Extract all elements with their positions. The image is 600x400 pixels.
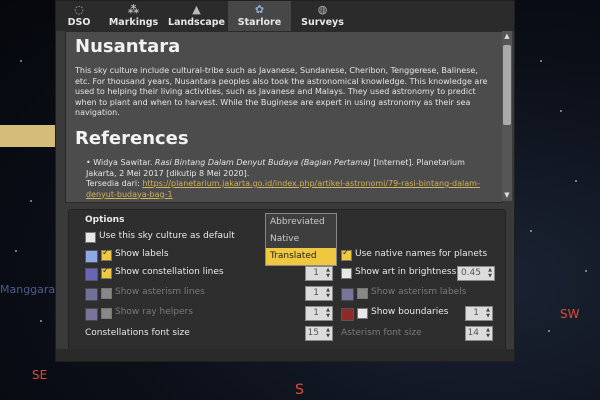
native-names-label: Use native names for planets [355, 249, 488, 259]
art-brightness-spinbox[interactable]: 0.45 [457, 266, 495, 281]
horizon-ground [0, 125, 60, 147]
scroll-thumb[interactable] [503, 45, 511, 125]
scroll-down-icon[interactable]: ▼ [503, 191, 511, 199]
landscape-icon: ▲ [192, 3, 201, 16]
asterism-lines-checkbox[interactable] [101, 288, 112, 299]
labels-color-swatch[interactable] [85, 250, 98, 263]
culture-paragraph: This sky culture include cultural-tribe … [75, 66, 488, 117]
ref-available: Tersedia dari: [86, 179, 143, 188]
ref-title: Rasi Bintang Dalam Denyut Budaya (Bagian… [154, 158, 371, 167]
ray-helpers-color-swatch[interactable] [85, 308, 98, 321]
asterism-lines-label: Show asterism lines [115, 287, 205, 297]
scroll-up-icon[interactable]: ▲ [503, 32, 511, 40]
ray-helpers-label: Show ray helpers [115, 307, 193, 317]
asterism-lines-color-swatch[interactable] [85, 288, 98, 301]
constellation-lines-label: Show constellation lines [115, 267, 224, 277]
tab-label: Surveys [301, 17, 344, 28]
culture-heading: Nusantara [75, 36, 181, 57]
native-names-checkbox[interactable] [341, 248, 352, 261]
tab-label: Starlore [237, 17, 282, 28]
dso-icon: ◌ [74, 3, 84, 16]
asterism-lines-spinbox[interactable]: 1 [305, 286, 333, 301]
compass-s: S [295, 382, 304, 398]
constellation-lines-spinbox[interactable]: 1 [305, 266, 333, 281]
tab-label: Landscape [168, 17, 225, 28]
ray-helpers-checkbox[interactable] [101, 308, 112, 319]
options-title: Options [85, 215, 125, 225]
constellations-font-label: Constellations font size [85, 328, 190, 338]
dropdown-option-native[interactable]: Native [266, 231, 336, 248]
reference-item: • Widya Sawitar. Rasi Bintang Dalam Deny… [86, 158, 486, 200]
bullet: • [86, 158, 91, 167]
boundaries-spinbox[interactable]: 1 [465, 306, 493, 321]
boundaries-checkbox[interactable] [357, 308, 368, 319]
ray-helpers-spinbox[interactable]: 1 [305, 306, 333, 321]
constellation-lines-checkbox[interactable] [101, 266, 112, 279]
constellation-lines-color-swatch[interactable] [85, 268, 98, 281]
asterism-labels-checkbox[interactable] [357, 288, 368, 299]
boundaries-color-swatch[interactable] [341, 308, 354, 321]
boundaries-label: Show boundaries [371, 307, 449, 317]
tab-label: DSO [67, 17, 91, 28]
compass-se: SE [32, 368, 48, 382]
asterism-font-label: Asterism font size [341, 328, 422, 338]
art-brightness-checkbox[interactable] [341, 268, 352, 279]
tab-label: Markings [108, 17, 159, 28]
ref-author: Widya Sawitar. [93, 158, 155, 167]
compass-sw: SW [560, 307, 580, 321]
tab-bar: ◌ DSO ⁂ Markings ▲ Landscape ✿ Starlore … [56, 1, 514, 31]
view-window: ◌ DSO ⁂ Markings ▲ Landscape ✿ Starlore … [55, 0, 515, 362]
constellations-font-spinbox[interactable]: 15 [305, 326, 333, 341]
references-heading: References [75, 128, 189, 149]
show-labels-checkbox[interactable] [101, 248, 112, 261]
constellation-label: Manggarai [0, 283, 59, 296]
use-default-checkbox[interactable] [85, 232, 96, 243]
starlore-icon: ✿ [254, 3, 265, 16]
show-labels-label: Show labels [115, 249, 169, 259]
tab-dso[interactable]: ◌ DSO [56, 1, 102, 31]
dropdown-option-translated[interactable]: Translated [266, 248, 336, 265]
window-bottom-bar [56, 349, 514, 361]
surveys-icon: ◍ [317, 3, 328, 16]
tab-starlore[interactable]: ✿ Starlore [228, 1, 291, 31]
use-default-label: Use this sky culture as default [99, 231, 235, 241]
markings-icon: ⁂ [127, 3, 140, 16]
label-style-dropdown[interactable]: Abbreviated Native Translated [265, 213, 337, 266]
reference-link[interactable]: https://planetarium.jakarta.go.id/index.… [86, 179, 480, 199]
dropdown-option-abbreviated[interactable]: Abbreviated [266, 214, 336, 231]
tab-surveys[interactable]: ◍ Surveys [291, 1, 354, 31]
asterism-font-spinbox[interactable]: 14 [465, 326, 493, 341]
asterism-labels-color-swatch[interactable] [341, 288, 354, 301]
asterism-labels-label: Show asterism labels [371, 287, 467, 297]
sky-culture-description: Nusantara This sky culture include cultu… [65, 31, 503, 203]
tab-landscape[interactable]: ▲ Landscape [165, 1, 228, 31]
tab-markings[interactable]: ⁂ Markings [102, 1, 165, 31]
description-scrollbar[interactable]: ▲ ▼ [502, 31, 512, 201]
art-brightness-label: Show art in brightness [355, 267, 457, 277]
